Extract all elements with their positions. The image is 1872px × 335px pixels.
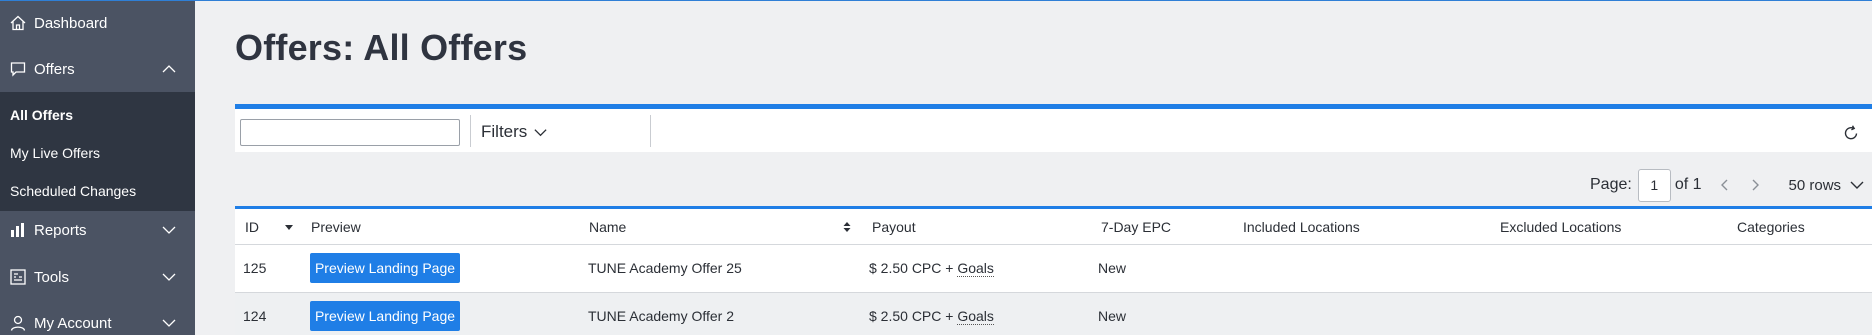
sidebar-item-reports[interactable]: Reports — [0, 210, 195, 250]
cell-id: 125 — [243, 260, 267, 276]
chevron-down-icon — [1850, 181, 1864, 189]
home-icon — [9, 14, 27, 32]
rows-per-page-select[interactable]: 50 rows — [1789, 177, 1866, 194]
cell-payout: $ 2.50 CPC + Goals — [869, 308, 994, 325]
chevron-down-icon[interactable] — [161, 315, 177, 331]
chevron-down-icon[interactable] — [161, 222, 177, 238]
rows-label: 50 rows — [1788, 176, 1842, 194]
column-header-included-locations: Included Locations — [1243, 219, 1360, 235]
payout-text: $ 2.50 CPC + — [869, 260, 958, 276]
page-title: Offers: All Offers — [235, 27, 528, 68]
preview-landing-page-button[interactable]: Preview Landing Page — [310, 301, 460, 331]
page-count: of 1 — [1674, 176, 1702, 193]
page-label: Page: — [1590, 176, 1632, 193]
column-header-categories: Categories — [1737, 219, 1805, 235]
sidebar-item-label: Tools — [34, 268, 70, 286]
sidebar-item-label: Dashboard — [34, 14, 108, 32]
chat-icon — [9, 60, 27, 78]
cell-payout: $ 2.50 CPC + Goals — [869, 260, 994, 277]
sidebar-subitem-scheduled-changes[interactable]: Scheduled Changes — [10, 183, 136, 199]
chevron-up-icon[interactable] — [161, 61, 177, 77]
tools-icon — [9, 268, 27, 286]
table-header: ID Preview Name Payout 7-Day EPC Include… — [235, 209, 1872, 245]
cell-name: TUNE Academy Offer 25 — [588, 260, 742, 276]
sidebar-item-label: Offers — [34, 60, 75, 78]
cell-name: TUNE Academy Offer 2 — [588, 308, 735, 324]
sidebar-item-offers[interactable]: Offers — [0, 49, 195, 89]
chevron-left-icon[interactable] — [1718, 178, 1732, 192]
column-header-preview: Preview — [311, 219, 361, 235]
preview-landing-page-button[interactable]: Preview Landing Page — [310, 253, 460, 283]
sidebar-subitem-all-offers[interactable]: All Offers — [10, 107, 73, 123]
chevron-down-icon — [534, 128, 547, 136]
offers-submenu: All Offers My Live Offers Scheduled Chan… — [0, 92, 195, 211]
sidebar-item-label: My Account — [34, 314, 112, 332]
sidebar-item-label: Reports — [34, 221, 87, 239]
sidebar-item-dashboard[interactable]: Dashboard — [0, 3, 195, 43]
pagination: Page: 1 of 1 50 rows — [1590, 168, 1865, 202]
chevron-down-icon[interactable] — [161, 269, 177, 285]
column-header-id[interactable]: ID — [245, 219, 259, 235]
column-header-payout: Payout — [872, 219, 916, 235]
cell-id: 124 — [243, 308, 267, 324]
search-input[interactable] — [240, 119, 460, 146]
sidebar-item-my-account[interactable]: My Account — [0, 303, 195, 335]
filters-dropdown[interactable]: Filters — [481, 122, 548, 142]
goals-link[interactable]: Goals — [957, 260, 994, 277]
cell-epc: New — [1098, 308, 1127, 324]
user-icon — [9, 314, 27, 332]
table-row[interactable]: 124 Preview Landing Page TUNE Academy Of… — [235, 293, 1872, 335]
column-header-7-day-epc: 7-Day EPC — [1101, 219, 1172, 235]
cell-epc: New — [1098, 260, 1127, 276]
payout-text: $ 2.50 CPC + — [869, 308, 958, 324]
goals-link[interactable]: Goals — [957, 308, 994, 325]
chevron-right-icon[interactable] — [1748, 178, 1762, 192]
refresh-icon[interactable] — [1842, 124, 1860, 142]
filters-label: Filters — [481, 122, 528, 141]
column-header-name[interactable]: Name — [589, 219, 626, 235]
offers-table: ID Preview Name Payout 7-Day EPC Include… — [235, 206, 1872, 335]
chart-icon — [9, 221, 27, 239]
sidebar-item-tools[interactable]: Tools — [0, 257, 195, 297]
column-header-excluded-locations: Excluded Locations — [1500, 219, 1622, 235]
page-number-input[interactable]: 1 — [1637, 168, 1671, 202]
table-row[interactable]: 125 Preview Landing Page TUNE Academy Of… — [235, 245, 1872, 293]
divider — [650, 115, 651, 147]
sidebar: Dashboard Offers All Offers My Live Offe… — [0, 1, 195, 335]
sidebar-subitem-my-live-offers[interactable]: My Live Offers — [10, 145, 100, 161]
sort-desc-icon[interactable] — [283, 220, 295, 232]
divider — [470, 115, 471, 147]
sort-icon[interactable] — [841, 220, 853, 232]
offers-toolbar: Filters — [235, 104, 1872, 152]
